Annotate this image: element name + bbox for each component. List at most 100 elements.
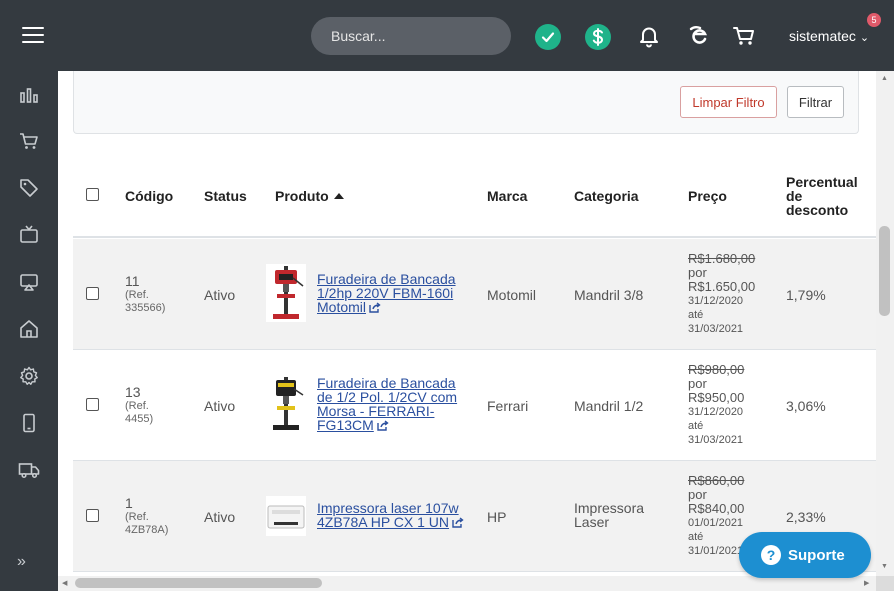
cell-price: R$980,00 por R$950,00 31/12/2020 até 31/… xyxy=(688,363,768,447)
horizontal-scroll-thumb[interactable] xyxy=(75,578,322,588)
e-icon[interactable] xyxy=(686,23,712,49)
scroll-left-icon[interactable]: ◀ xyxy=(62,579,67,587)
table-header: Código Status Produto Marca Categoria Pr… xyxy=(73,167,876,238)
price-date-from: 01/01/2021 xyxy=(688,517,744,529)
product-name-line4-text: FG13CM xyxy=(317,417,374,433)
chevron-down-icon: ⌄ xyxy=(859,32,870,44)
cell-discount: 3,06% xyxy=(786,398,826,414)
product-ref-number: 4ZB78A) xyxy=(125,524,169,536)
cell-price: R$1.680,00 por R$1.650,00 31/12/2020 até… xyxy=(688,252,768,336)
filter-button[interactable]: Filtrar xyxy=(787,86,844,118)
select-all-checkbox[interactable] xyxy=(86,188,99,201)
external-link-icon[interactable] xyxy=(369,301,381,315)
vertical-scroll-thumb[interactable] xyxy=(879,226,890,316)
header-desconto-line2: de xyxy=(786,188,803,204)
price-date-to: 31/03/2021 xyxy=(688,323,744,335)
top-navbar: sistematec⌄ 5 xyxy=(0,0,894,71)
price-new: R$1.650,00 xyxy=(688,279,756,294)
external-link-icon[interactable] xyxy=(452,516,464,530)
vertical-scrollbar[interactable]: ▲ ▼ xyxy=(876,71,894,576)
product-code: 11 xyxy=(125,273,140,289)
product-link[interactable]: Furadeira de Bancada 1/2hp 220V FBM-160i… xyxy=(317,272,477,315)
product-name-line2: de 1/2 Pol. 1/2CV com xyxy=(317,389,458,405)
scroll-right-icon[interactable]: ▶ xyxy=(864,579,869,587)
tag-icon[interactable] xyxy=(18,177,40,199)
header-desconto-line3: desconto xyxy=(786,202,849,218)
header-codigo[interactable]: Código xyxy=(125,188,173,204)
horizontal-scrollbar[interactable]: ◀ ▶ xyxy=(58,576,876,591)
row-checkbox[interactable] xyxy=(86,287,99,300)
clear-filter-button[interactable]: Limpar Filtro xyxy=(680,86,777,118)
tv-icon[interactable] xyxy=(18,224,40,246)
check-icon[interactable] xyxy=(535,24,561,50)
notification-badge: 5 xyxy=(867,13,881,27)
product-name-line4: FG13CM xyxy=(317,418,477,433)
chart-icon[interactable] xyxy=(18,84,40,106)
external-link-icon[interactable] xyxy=(377,419,389,433)
scroll-down-icon[interactable]: ▼ xyxy=(881,563,888,570)
cart-icon[interactable] xyxy=(18,130,40,152)
product-name-line3-text: Motomil xyxy=(317,299,367,315)
product-ref: (Ref. xyxy=(125,400,149,412)
product-image[interactable] xyxy=(266,496,306,536)
main-content: Limpar Filtro Filtrar Código Status Prod… xyxy=(58,71,876,576)
price-por: por xyxy=(688,265,707,280)
cell-discount: 1,79% xyxy=(786,287,826,303)
cell-category: Impressora Laser xyxy=(574,501,644,529)
cell-category: Mandril 3/8 xyxy=(574,287,644,303)
price-ate: até xyxy=(688,309,704,321)
header-status[interactable]: Status xyxy=(204,188,247,204)
cell-brand: Motomil xyxy=(487,287,537,303)
cell-category: Mandril 1/2 xyxy=(574,398,644,414)
cast-icon[interactable] xyxy=(18,271,40,293)
header-preco[interactable]: Preço xyxy=(688,188,727,204)
product-code: 1 xyxy=(125,495,133,511)
cell-brand: Ferrari xyxy=(487,398,529,414)
product-ref-number: 335566) xyxy=(125,302,166,314)
table-row: 13 (Ref. 4455) Ativo Furadeira de Bancad… xyxy=(73,350,876,461)
cell-code: 11 (Ref. 335566) xyxy=(125,273,165,315)
scroll-up-icon[interactable]: ▲ xyxy=(881,75,888,82)
header-categoria[interactable]: Categoria xyxy=(574,188,639,204)
header-desconto[interactable]: Percentual de desconto xyxy=(786,175,858,217)
cell-brand: HP xyxy=(487,509,507,525)
product-name-line3: Morsa - FERRARI- xyxy=(317,403,435,419)
sort-asc-icon xyxy=(333,193,344,199)
product-name-line2: 4ZB78A HP CX 1 UN xyxy=(317,515,477,530)
home-icon[interactable] xyxy=(18,318,40,340)
user-menu[interactable]: sistematec ⌄ xyxy=(789,28,869,44)
scrollbar-corner xyxy=(876,576,894,591)
header-produto[interactable]: Produto xyxy=(275,188,344,204)
product-image[interactable] xyxy=(266,264,306,322)
bell-icon[interactable] xyxy=(636,23,662,49)
cell-code: 13 (Ref. 4455) xyxy=(125,384,153,426)
header-produto-label: Produto xyxy=(275,188,329,204)
menu-icon[interactable] xyxy=(22,27,44,43)
mobile-icon[interactable] xyxy=(18,412,40,434)
support-button[interactable]: ? Suporte xyxy=(739,532,871,578)
cart-icon[interactable] xyxy=(731,23,757,49)
cell-status: Ativo xyxy=(204,509,236,525)
search-input[interactable] xyxy=(311,17,511,55)
product-link[interactable]: Impressora laser 107w 4ZB78A HP CX 1 UN xyxy=(317,501,477,530)
truck-icon[interactable] xyxy=(18,459,40,481)
price-old: R$860,00 xyxy=(688,473,745,488)
product-ref-number: 4455) xyxy=(125,413,154,425)
sidebar-expand-icon[interactable]: » xyxy=(17,553,26,571)
product-ref: (Ref. xyxy=(125,289,149,301)
header-desconto-line1: Percentual xyxy=(786,174,858,190)
product-code: 13 xyxy=(125,384,141,400)
product-name-line1: Impressora laser 107w xyxy=(317,500,459,516)
price-date-from: 31/12/2020 xyxy=(688,406,744,418)
cell-status: Ativo xyxy=(204,287,236,303)
header-marca[interactable]: Marca xyxy=(487,188,527,204)
gear-icon[interactable] xyxy=(18,365,40,387)
product-image[interactable] xyxy=(266,375,306,433)
category-line2: Laser xyxy=(574,514,610,530)
row-checkbox[interactable] xyxy=(86,398,99,411)
dollar-icon[interactable] xyxy=(585,24,611,50)
category-line1: Impressora xyxy=(574,500,645,516)
row-checkbox[interactable] xyxy=(86,509,99,522)
product-link[interactable]: Furadeira de Bancada de 1/2 Pol. 1/2CV c… xyxy=(317,376,477,433)
cell-code: 1 (Ref. 4ZB78A) xyxy=(125,495,168,537)
